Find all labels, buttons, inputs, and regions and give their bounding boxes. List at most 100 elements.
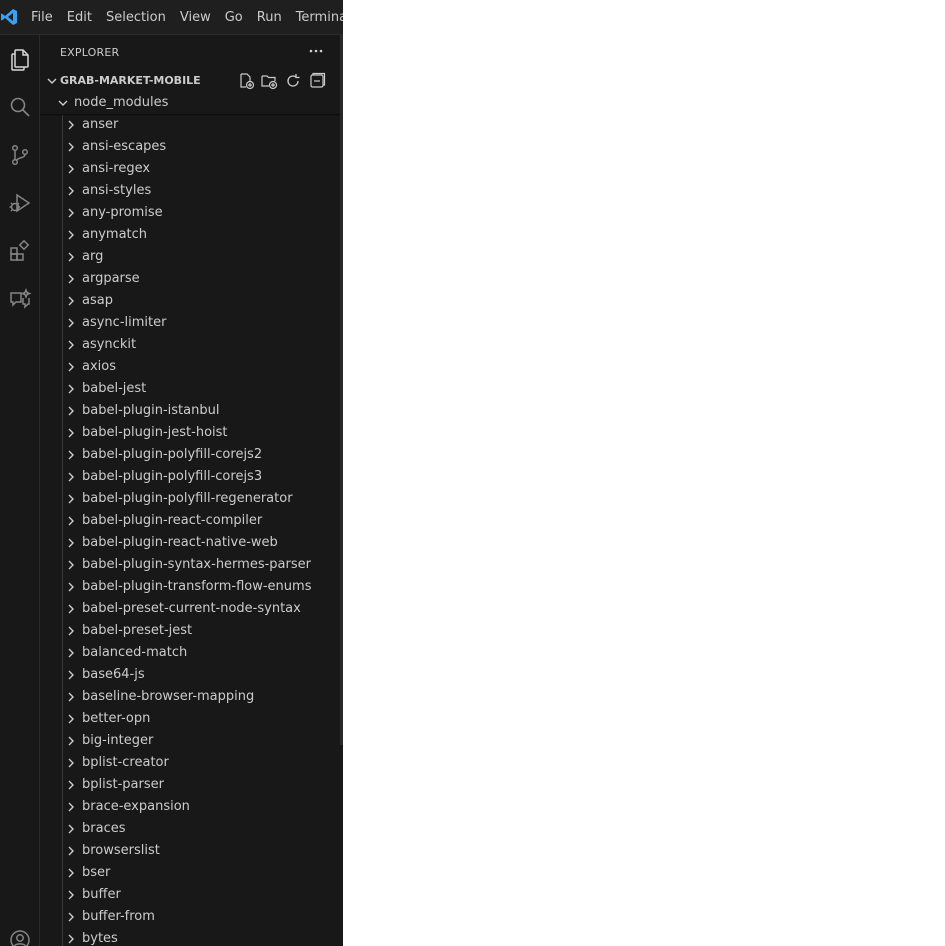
tree-row[interactable]: babel-plugin-istanbul xyxy=(40,400,343,422)
refresh-icon[interactable] xyxy=(284,72,302,94)
tree-row[interactable]: any-promise xyxy=(40,202,343,224)
new-folder-icon[interactable] xyxy=(260,72,278,94)
chevron-right-icon xyxy=(68,142,74,152)
menu-item-file[interactable]: File xyxy=(24,0,60,35)
workspace-section-header[interactable]: GRAB-MARKET-MOBILE xyxy=(40,70,343,92)
extensions-icon[interactable] xyxy=(4,235,36,267)
tree-row[interactable]: babel-preset-jest xyxy=(40,620,343,642)
tree-row[interactable]: bplist-parser xyxy=(40,774,343,796)
title-bar: FileEditSelectionViewGoRunTerminal xyxy=(0,0,343,35)
sidebar-title: EXPLORER xyxy=(60,46,120,59)
chevron-right-icon xyxy=(68,890,74,900)
chevron-right-icon xyxy=(68,758,74,768)
tree-row-label: buffer xyxy=(82,887,121,902)
menu-item-go[interactable]: Go xyxy=(218,0,250,35)
tree-row-label: axios xyxy=(82,359,116,374)
chevron-right-icon xyxy=(68,736,74,746)
tree-row[interactable]: babel-plugin-polyfill-regenerator xyxy=(40,488,343,510)
tree-row-label: asynckit xyxy=(82,337,137,352)
tree-row-label: ansi-regex xyxy=(82,161,151,176)
tree-row[interactable]: brace-expansion xyxy=(40,796,343,818)
tree-row[interactable]: asynckit xyxy=(40,334,343,356)
search-icon[interactable] xyxy=(4,91,36,123)
files-icon[interactable] xyxy=(4,43,36,75)
tree-row[interactable]: babel-plugin-polyfill-corejs2 xyxy=(40,444,343,466)
tree-row-label: bplist-parser xyxy=(82,777,164,792)
tree-row-label: bser xyxy=(82,865,111,880)
chevron-right-icon xyxy=(68,538,74,548)
chevron-right-icon xyxy=(68,472,74,482)
tree-row[interactable]: buffer-from xyxy=(40,906,343,928)
tree-row[interactable]: babel-plugin-react-compiler xyxy=(40,510,343,532)
tree-row[interactable]: buffer xyxy=(40,884,343,906)
chevron-right-icon xyxy=(68,780,74,790)
account-icon[interactable] xyxy=(4,924,36,946)
tree-row[interactable]: anser xyxy=(40,114,343,136)
chevron-right-icon xyxy=(68,186,74,196)
tree-row-label: asap xyxy=(82,293,113,308)
tree-row[interactable]: big-integer xyxy=(40,730,343,752)
chevron-right-icon xyxy=(68,824,74,834)
tree-row[interactable]: baseline-browser-mapping xyxy=(40,686,343,708)
tree-row-label: argparse xyxy=(82,271,140,286)
tree-row-open-folder[interactable]: node_modules xyxy=(40,92,343,114)
tree-row[interactable]: better-opn xyxy=(40,708,343,730)
chevron-right-icon xyxy=(68,670,74,680)
scrollbar[interactable] xyxy=(340,35,343,745)
tree-row[interactable]: babel-jest xyxy=(40,378,343,400)
tree-row[interactable]: babel-plugin-syntax-hermes-parser xyxy=(40,554,343,576)
tree-row-label: babel-plugin-polyfill-regenerator xyxy=(82,491,293,506)
chevron-right-icon xyxy=(68,868,74,878)
menu-item-selection[interactable]: Selection xyxy=(99,0,173,35)
chevron-right-icon xyxy=(68,912,74,922)
menu-item-run[interactable]: Run xyxy=(250,0,289,35)
tree-row[interactable]: base64-js xyxy=(40,664,343,686)
tree-row[interactable]: ansi-regex xyxy=(40,158,343,180)
tree-row[interactable]: axios xyxy=(40,356,343,378)
chevron-right-icon xyxy=(68,340,74,350)
tree-row-label: bplist-creator xyxy=(82,755,169,770)
tree-row[interactable]: asap xyxy=(40,290,343,312)
tree-row-label: babel-plugin-syntax-hermes-parser xyxy=(82,557,311,572)
menu-item-edit[interactable]: Edit xyxy=(60,0,99,35)
source-control-icon[interactable] xyxy=(4,139,36,171)
tree-row[interactable]: async-limiter xyxy=(40,312,343,334)
chevron-down-icon xyxy=(47,78,57,84)
tree-row[interactable]: bser xyxy=(40,862,343,884)
chevron-down-icon xyxy=(58,100,68,106)
tree-row[interactable]: anymatch xyxy=(40,224,343,246)
menu-item-terminal[interactable]: Terminal xyxy=(289,0,343,35)
chat-icon[interactable] xyxy=(4,283,36,315)
tree-row[interactable]: ansi-styles xyxy=(40,180,343,202)
tree-row[interactable]: browserslist xyxy=(40,840,343,862)
collapse-all-icon[interactable] xyxy=(308,72,326,94)
tree-row[interactable]: babel-plugin-transform-flow-enums xyxy=(40,576,343,598)
tree-row[interactable]: babel-plugin-jest-hoist xyxy=(40,422,343,444)
tree-row[interactable]: arg xyxy=(40,246,343,268)
tree-row-label: babel-plugin-istanbul xyxy=(82,403,220,418)
menu-item-view[interactable]: View xyxy=(173,0,218,35)
tree-row[interactable]: argparse xyxy=(40,268,343,290)
tree-row-label: braces xyxy=(82,821,126,836)
tree-row[interactable]: ansi-escapes xyxy=(40,136,343,158)
tree-row[interactable]: babel-preset-current-node-syntax xyxy=(40,598,343,620)
tree-row-label: brace-expansion xyxy=(82,799,190,814)
chevron-right-icon xyxy=(68,362,74,372)
tree-row[interactable]: bytes xyxy=(40,928,343,946)
run-debug-icon[interactable] xyxy=(4,187,36,219)
tree-row[interactable]: babel-plugin-polyfill-corejs3 xyxy=(40,466,343,488)
tree-row-label: anymatch xyxy=(82,227,148,242)
tree-row[interactable]: bplist-creator xyxy=(40,752,343,774)
more-actions-icon[interactable] xyxy=(306,43,326,59)
tree-row-label: ansi-styles xyxy=(82,183,152,198)
chevron-right-icon xyxy=(68,604,74,614)
tree-row[interactable]: balanced-match xyxy=(40,642,343,664)
chevron-right-icon xyxy=(68,846,74,856)
tree-row-label: balanced-match xyxy=(82,645,188,660)
activity-bar xyxy=(0,35,40,946)
vscode-window: FileEditSelectionViewGoRunTerminal xyxy=(0,0,343,946)
chevron-right-icon xyxy=(68,230,74,240)
tree-row[interactable]: braces xyxy=(40,818,343,840)
new-file-icon[interactable] xyxy=(237,72,255,94)
tree-row[interactable]: babel-plugin-react-native-web xyxy=(40,532,343,554)
